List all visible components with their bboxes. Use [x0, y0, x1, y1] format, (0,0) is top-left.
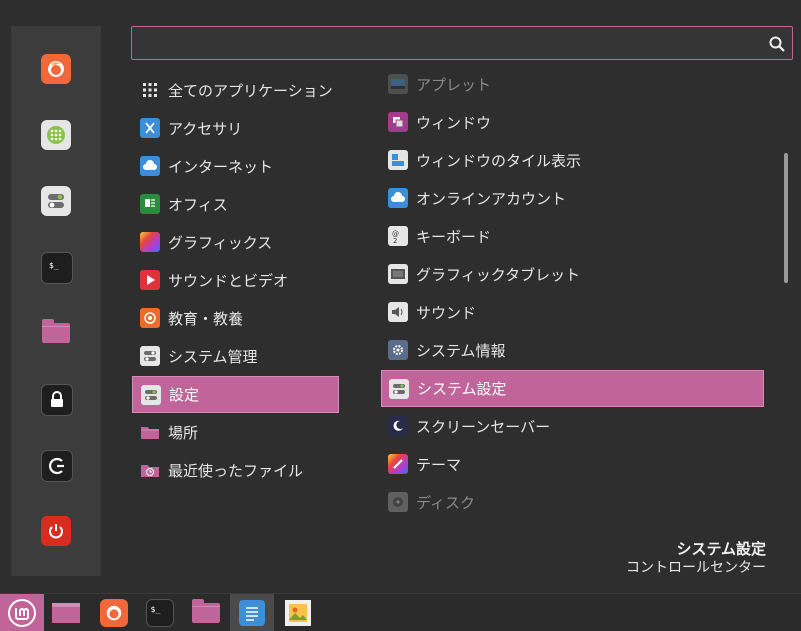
accessories-icon: [140, 118, 160, 138]
internet-icon: [140, 156, 160, 176]
taskbar: $_: [0, 593, 801, 631]
svg-text:$_: $_: [49, 261, 59, 270]
category-administration[interactable]: システム管理: [132, 338, 339, 374]
category-label: サウンドとビデオ: [168, 271, 289, 290]
app-disks[interactable]: ディスク: [381, 484, 764, 520]
screensaver-icon: [388, 416, 408, 436]
office-icon: [140, 194, 160, 214]
sound-icon: [388, 302, 408, 322]
category-label: 教育・教養: [168, 309, 244, 328]
app-label: サウンド: [416, 303, 477, 322]
app-system-info[interactable]: システム情報: [381, 332, 764, 368]
category-label: システム管理: [168, 347, 258, 366]
app-label: スクリーンセーバー: [416, 417, 551, 436]
category-label: オフィス: [168, 195, 228, 214]
search-box[interactable]: [131, 26, 793, 60]
category-label: 場所: [168, 423, 199, 442]
menu-button[interactable]: [0, 594, 44, 631]
app-label: アプレット: [416, 75, 492, 94]
app-window-tiling[interactable]: ウィンドウのタイル表示: [381, 142, 764, 178]
app-description-subtitle: コントロールセンター: [626, 560, 766, 576]
recent-files-icon: [140, 460, 160, 480]
app-label: ディスク: [416, 493, 475, 512]
applets-icon: [388, 74, 408, 94]
app-label: グラフィックタブレット: [416, 265, 581, 284]
app-sound[interactable]: サウンド: [381, 294, 764, 330]
preferences-icon: [141, 384, 161, 405]
window-tiling-icon: [388, 150, 408, 170]
category-internet[interactable]: インターネット: [132, 148, 339, 184]
category-label: インターネット: [168, 157, 274, 176]
category-office[interactable]: オフィス: [132, 186, 339, 222]
terminal-icon[interactable]: $_: [41, 252, 73, 284]
app-label: ウィンドウのタイル表示: [416, 151, 582, 170]
files-icon[interactable]: [41, 318, 71, 348]
education-icon: [140, 308, 160, 328]
disks-icon: [388, 492, 408, 512]
mint-logo-icon: [8, 598, 36, 627]
category-preferences[interactable]: 設定: [132, 376, 339, 413]
svg-text:2: 2: [393, 237, 397, 244]
tablet-icon: [388, 264, 408, 284]
category-sound-video[interactable]: サウンドとビデオ: [132, 262, 339, 298]
show-desktop-icon[interactable]: [44, 594, 88, 631]
app-label: キーボード: [416, 227, 492, 246]
app-label: テーマ: [416, 455, 462, 474]
app-keyboard[interactable]: @2 キーボード: [381, 218, 764, 254]
terminal-icon[interactable]: $_: [138, 594, 182, 631]
software-manager-icon[interactable]: [41, 120, 71, 150]
app-applets[interactable]: アプレット: [381, 66, 764, 102]
category-label: アクセサリ: [168, 119, 243, 138]
category-education[interactable]: 教育・教養: [132, 300, 339, 336]
app-screensaver[interactable]: スクリーンセーバー: [381, 408, 764, 444]
category-label: グラフィックス: [168, 233, 273, 252]
grid-icon: [140, 80, 160, 100]
category-all-applications[interactable]: 全てのアプリケーション: [132, 72, 339, 108]
windows-icon: [388, 112, 408, 132]
lock-icon[interactable]: [41, 384, 73, 416]
app-label: システム設定: [417, 380, 507, 398]
online-accounts-icon: [388, 188, 408, 208]
app-label: システム情報: [416, 341, 506, 360]
logout-icon[interactable]: [41, 450, 73, 482]
favorites-sidebar: $_: [11, 26, 101, 576]
sound-video-icon: [140, 270, 160, 290]
app-windows[interactable]: ウィンドウ: [381, 104, 764, 140]
administration-icon: [140, 346, 160, 366]
app-label: オンラインアカウント: [416, 189, 567, 208]
scrollbar[interactable]: [784, 153, 788, 283]
files-icon[interactable]: [184, 594, 228, 631]
category-label: 全てのアプリケーション: [168, 81, 333, 100]
text-editor-icon[interactable]: [230, 594, 274, 631]
firefox-icon[interactable]: [92, 594, 136, 631]
search-icon[interactable]: [768, 35, 786, 53]
app-online-accounts[interactable]: オンラインアカウント: [381, 180, 764, 216]
category-graphics[interactable]: グラフィックス: [132, 224, 339, 260]
image-viewer-icon[interactable]: [276, 594, 320, 631]
system-settings-icon: [389, 378, 409, 399]
system-settings-icon[interactable]: [41, 186, 71, 216]
app-description-title: システム設定: [676, 540, 766, 558]
category-recent-files[interactable]: 最近使ったファイル: [132, 452, 339, 488]
app-label: ウィンドウ: [416, 113, 492, 132]
places-folder-icon: [140, 422, 160, 442]
power-icon[interactable]: [41, 516, 71, 546]
search-input[interactable]: [140, 33, 764, 55]
themes-icon: [388, 454, 408, 474]
category-label: 設定: [169, 386, 200, 404]
category-label: 最近使ったファイル: [168, 461, 304, 480]
app-system-settings[interactable]: システム設定: [381, 370, 764, 407]
keyboard-icon: @2: [388, 226, 408, 246]
firefox-icon[interactable]: [41, 54, 71, 84]
graphics-icon: [140, 232, 160, 252]
app-themes[interactable]: テーマ: [381, 446, 764, 482]
app-graphics-tablet[interactable]: グラフィックタブレット: [381, 256, 764, 292]
category-places[interactable]: 場所: [132, 414, 339, 450]
svg-text:$_: $_: [151, 603, 161, 613]
category-accessories[interactable]: アクセサリ: [132, 110, 339, 146]
system-info-icon: [388, 340, 408, 360]
